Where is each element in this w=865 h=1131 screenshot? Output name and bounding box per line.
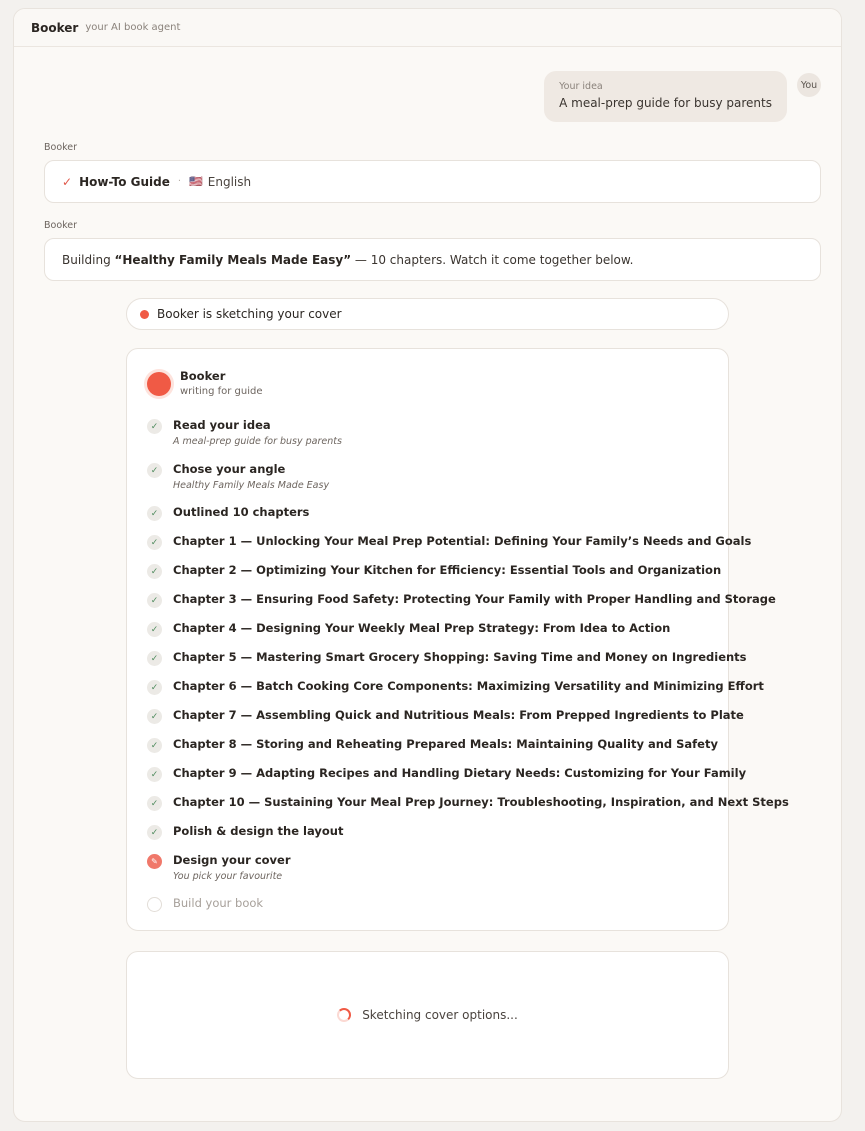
step-title: Read your idea	[173, 418, 271, 432]
status-dot-icon	[140, 309, 149, 319]
step-item: ✓ Chapter 4 — Designing Your Weekly Meal…	[147, 621, 670, 637]
user-message-label: Your idea	[559, 81, 603, 92]
building-suffix: — 10 chapters. Watch it come together be…	[351, 252, 634, 267]
step-item: ✓ Chapter 3 — Ensuring Food Safety: Prot…	[147, 592, 776, 608]
language-label: English	[207, 174, 252, 189]
check-icon: ✓	[147, 709, 162, 724]
user-message-bubble: Your idea A meal-prep guide for busy par…	[544, 71, 787, 122]
agent-avatar	[147, 372, 171, 396]
brush-icon: ✎	[147, 854, 162, 869]
us-flag-icon: 🇺🇸	[189, 175, 203, 188]
message-sender: Booker	[44, 220, 78, 231]
check-icon: ✓	[147, 796, 162, 811]
separator-dot: ·	[177, 176, 182, 187]
check-icon: ✓	[147, 463, 162, 478]
app-title: Booker	[31, 20, 79, 35]
step-item: ✓ Read your idea A meal-prep guide for b…	[147, 418, 342, 447]
step-item-pending: Build your book	[147, 896, 263, 912]
building-message: Building “Healthy Family Meals Made Easy…	[44, 238, 821, 281]
step-title: Outlined 10 chapters	[173, 505, 310, 519]
step-item: ✓ Chapter 9 — Adapting Recipes and Handl…	[147, 766, 746, 782]
step-title: Chapter 4 — Designing Your Weekly Meal P…	[173, 621, 671, 635]
step-title: Chapter 5 — Mastering Smart Grocery Shop…	[173, 650, 747, 664]
message-sender: Booker	[44, 142, 78, 153]
step-item: ✓ Chapter 10 — Sustaining Your Meal Prep…	[147, 795, 789, 811]
cover-loading-text: Sketching cover options...	[362, 1008, 518, 1022]
check-icon: ✓	[147, 622, 162, 637]
check-icon: ✓	[147, 506, 162, 521]
step-title: Polish & design the layout	[173, 824, 344, 838]
user-message-text: A meal-prep guide for busy parents	[559, 96, 772, 110]
check-icon: ✓	[147, 767, 162, 782]
format-message: ✓ How-To Guide · 🇺🇸 English	[44, 160, 821, 203]
check-icon: ✓	[147, 419, 162, 434]
check-icon: ✓	[147, 651, 162, 666]
step-item: ✓ Polish & design the layout	[147, 824, 343, 840]
step-title: Chapter 3 — Ensuring Food Safety: Protec…	[173, 592, 776, 606]
check-icon: ✓	[147, 564, 162, 579]
progress-card: Booker writing for guide ✓ Read your ide…	[126, 348, 789, 931]
step-subtitle: Healthy Family Meals Made Easy	[173, 480, 330, 491]
step-title: Chapter 8 — Storing and Reheating Prepar…	[173, 737, 718, 751]
step-title: Chapter 9 — Adapting Recipes and Handlin…	[173, 766, 747, 780]
book-title: “Healthy Family Meals Made Easy”	[114, 252, 352, 267]
agent-subtitle: writing for guide	[180, 386, 263, 397]
user-avatar: You	[797, 73, 821, 97]
step-item: ✓ Chapter 7 — Assembling Quick and Nutri…	[147, 708, 744, 724]
step-subtitle: You pick your favourite	[173, 871, 283, 882]
step-title: Chapter 10 — Sustaining Your Meal Prep J…	[173, 795, 789, 809]
agent-header: Booker writing for guide	[147, 369, 263, 397]
step-subtitle: A meal-prep guide for busy parents	[173, 436, 342, 447]
check-icon: ✓	[147, 593, 162, 608]
status-pill: Booker is sketching your cover	[126, 298, 729, 330]
building-prefix: Building	[62, 252, 115, 267]
check-icon: ✓	[147, 535, 162, 550]
step-item-active: ✎ Design your cover You pick your favour…	[147, 853, 291, 882]
app-window: Booker your AI book agent Your idea A me…	[13, 8, 842, 1122]
step-title: Chapter 6 — Batch Cooking Core Component…	[173, 679, 764, 693]
top-bar: Booker your AI book agent	[14, 9, 841, 47]
agent-name: Booker	[180, 369, 226, 383]
status-text: Booker is sketching your cover	[157, 307, 342, 321]
empty-circle-icon	[147, 897, 162, 912]
cover-loading-card: Sketching cover options...	[126, 951, 729, 1079]
step-title: Chapter 7 — Assembling Quick and Nutriti…	[173, 708, 744, 722]
check-icon: ✓	[147, 738, 162, 753]
step-title: Chapter 2 — Optimizing Your Kitchen for …	[173, 563, 722, 577]
step-item: ✓ Chapter 6 — Batch Cooking Core Compone…	[147, 679, 764, 695]
step-item: ✓ Chapter 1 — Unlocking Your Meal Prep P…	[147, 534, 751, 550]
step-item: ✓ Chapter 8 — Storing and Reheating Prep…	[147, 737, 718, 753]
step-title: Build your book	[173, 896, 264, 910]
step-item: ✓ Chapter 5 — Mastering Smart Grocery Sh…	[147, 650, 747, 666]
step-title: Design your cover	[173, 853, 291, 867]
step-title: Chose your angle	[173, 462, 286, 476]
check-icon: ✓	[147, 680, 162, 695]
step-item: ✓ Chapter 2 — Optimizing Your Kitchen fo…	[147, 563, 721, 579]
check-icon: ✓	[147, 825, 162, 840]
user-message-row: Your idea A meal-prep guide for busy par…	[544, 71, 821, 122]
step-item: ✓ Chose your angle Healthy Family Meals …	[147, 462, 329, 491]
app-subtitle: your AI book agent	[85, 22, 181, 33]
step-title: Chapter 1 — Unlocking Your Meal Prep Pot…	[173, 534, 752, 548]
format-label: How-To Guide	[79, 174, 170, 189]
step-item: ✓ Outlined 10 chapters	[147, 505, 309, 521]
spinner-icon	[337, 1008, 352, 1022]
check-icon: ✓	[62, 174, 73, 189]
